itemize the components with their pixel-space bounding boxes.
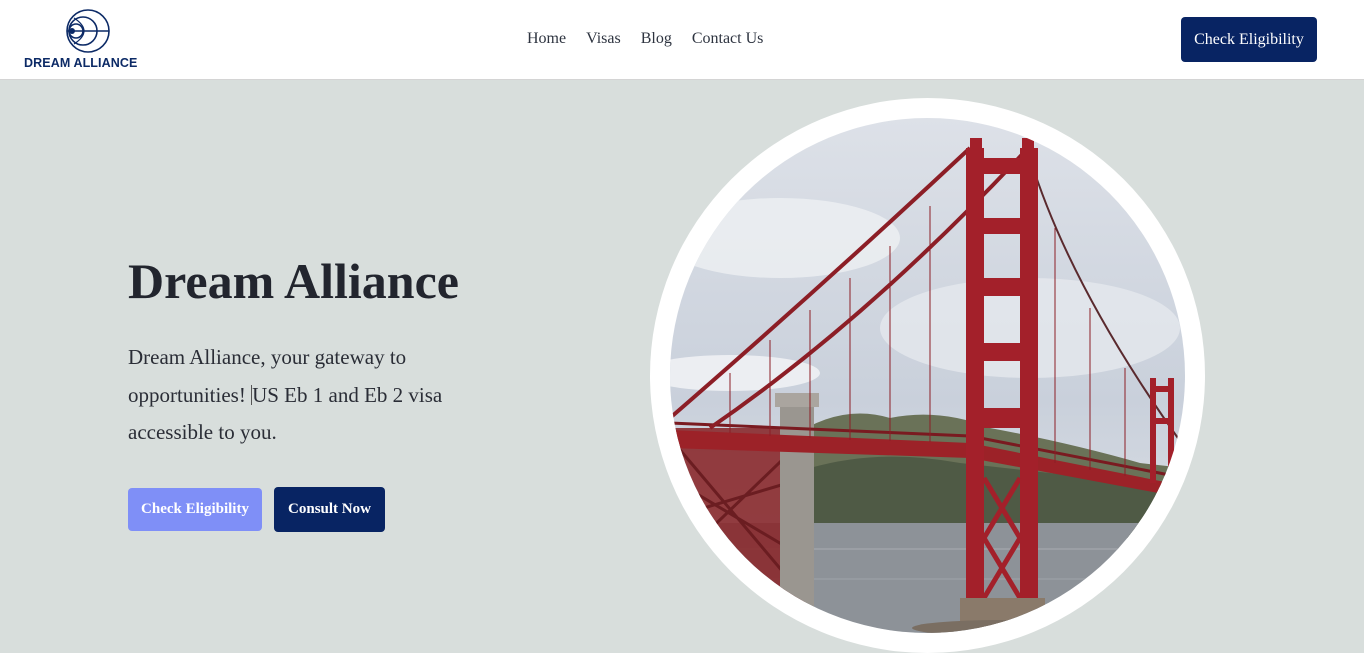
site-header: DREAM ALLIANCE Home Visas Blog Contact U… bbox=[0, 0, 1364, 80]
hero-check-eligibility-button[interactable]: Check Eligibility bbox=[128, 488, 262, 531]
header-check-eligibility-button[interactable]: Check Eligibility bbox=[1181, 17, 1317, 62]
nav-blog-link[interactable]: Blog bbox=[641, 30, 672, 48]
hero-image-frame bbox=[650, 98, 1205, 653]
golden-gate-bridge-photo bbox=[670, 118, 1185, 633]
site-logo[interactable]: DREAM ALLIANCE bbox=[22, 8, 148, 72]
hero-description: Dream Alliance, your gateway to opportun… bbox=[128, 339, 458, 452]
consult-now-button[interactable]: Consult Now bbox=[274, 487, 385, 532]
nav-visas-link[interactable]: Visas bbox=[586, 30, 621, 48]
nav-contact-link[interactable]: Contact Us bbox=[692, 30, 764, 48]
concentric-circles-logo-icon bbox=[66, 9, 110, 53]
nav-home-link[interactable]: Home bbox=[527, 30, 566, 48]
main-nav: Home Visas Blog Contact Us bbox=[527, 30, 763, 48]
logo-text: DREAM ALLIANCE bbox=[24, 56, 138, 70]
hero-title: Dream Alliance bbox=[128, 253, 459, 309]
